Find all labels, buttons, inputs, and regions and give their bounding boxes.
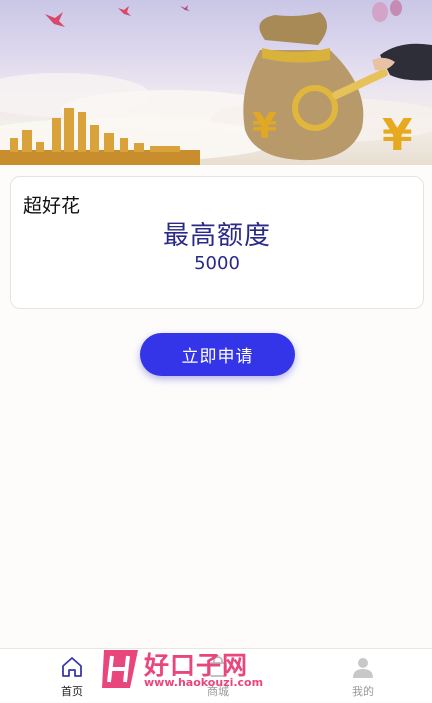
banner-illustration: ¥ ¥ — [0, 0, 432, 165]
limit-amount: 5000 — [194, 253, 240, 274]
bird-icon — [118, 6, 131, 16]
svg-text:¥: ¥ — [252, 106, 277, 147]
apply-now-button[interactable]: 立即申请 — [140, 333, 295, 376]
product-name: 超好花 — [23, 195, 81, 217]
watermark-url: www.haokouzi.com — [144, 676, 264, 689]
user-icon — [353, 658, 373, 678]
balloon-icon — [372, 2, 388, 22]
home-icon — [62, 657, 82, 677]
loan-product-card[interactable]: 超好花 最高额度 5000 — [10, 176, 424, 309]
balloon-icon — [390, 0, 402, 16]
watermark-h-icon — [102, 650, 138, 688]
bird-icon — [180, 5, 190, 11]
money-bag-icon: ¥ — [243, 12, 364, 161]
tab-mine[interactable]: 我的 — [323, 649, 403, 703]
yuan-icon: ¥ — [382, 110, 413, 161]
tab-mine-label: 我的 — [352, 685, 374, 698]
limit-title: 最高额度 — [162, 221, 271, 251]
banner-image[interactable]: ¥ ¥ — [0, 0, 432, 165]
bird-icon — [45, 12, 65, 27]
watermark-logo: 好口子网 www.haokouzi.com — [100, 646, 264, 692]
